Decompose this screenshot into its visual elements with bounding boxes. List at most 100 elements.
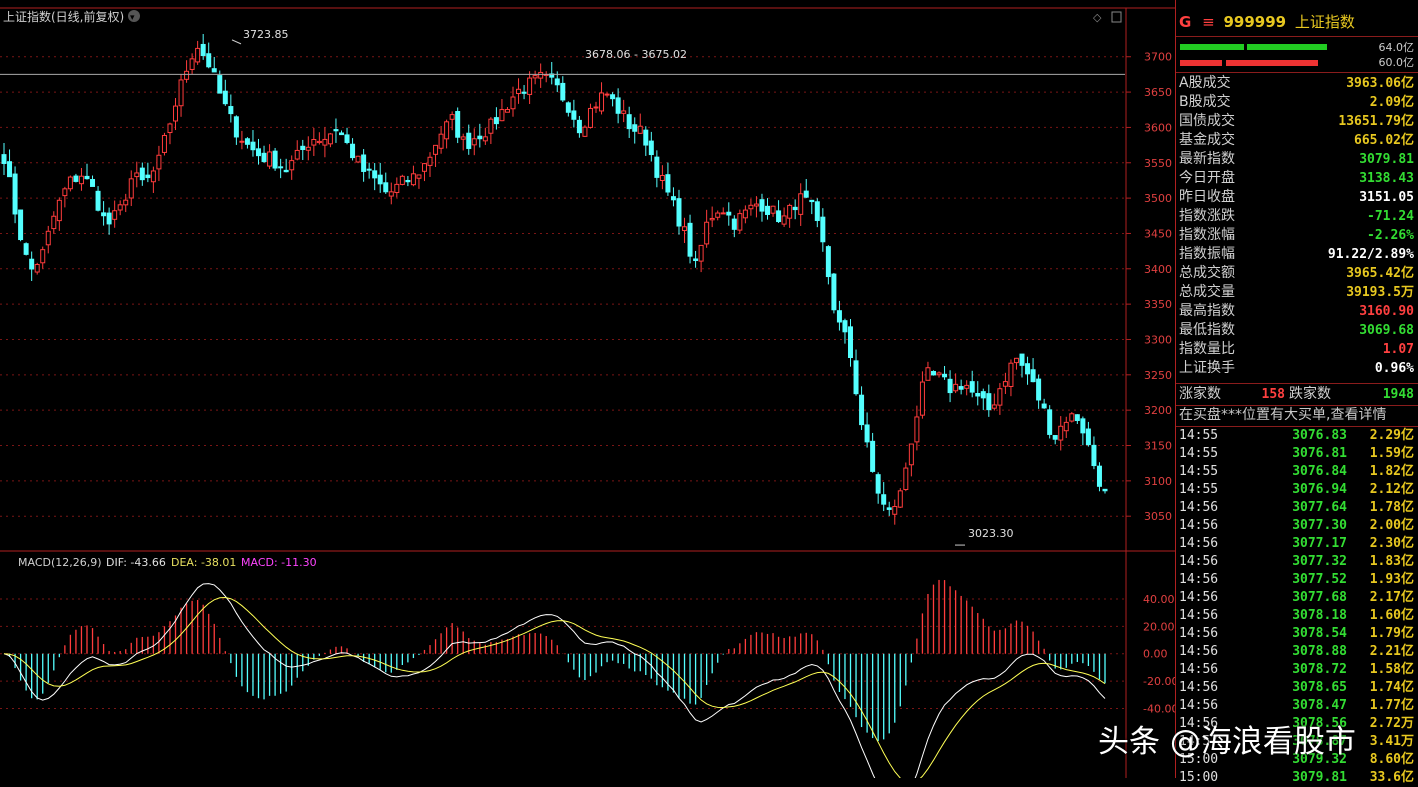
candle: [919, 381, 925, 416]
stat-label: 总成交额: [1179, 265, 1235, 281]
breadth-row: 涨家数 158 跌家数 1948: [1179, 385, 1414, 404]
candle: [388, 191, 394, 197]
rise-value: 158: [1261, 387, 1285, 402]
kline-chart[interactable]: 3050 3100 3150 3200 3250 3300 3350 3400 3450 3500…: [0, 0, 1178, 787]
candle: [682, 226, 688, 232]
sell-volume-bar: [1180, 60, 1222, 66]
candle: [300, 145, 306, 151]
tick-price: 3077.17: [1292, 536, 1347, 551]
tick-row: 14:56 3078.54 1.79亿: [1179, 625, 1414, 643]
candle: [986, 393, 992, 411]
tick-price: 3078.18: [1292, 608, 1347, 623]
candle: [565, 102, 571, 113]
stat-value: 3160.90: [1359, 304, 1414, 319]
candle: [311, 138, 317, 146]
candle: [687, 222, 693, 257]
candle: [670, 196, 676, 201]
stat-row: 国债成交 13651.79亿: [1179, 112, 1414, 131]
tick-volume: 2.29亿: [1369, 428, 1414, 443]
stat-row: 指数量比 1.07: [1179, 340, 1414, 359]
tick-row: 14:56 3077.68 2.17亿: [1179, 589, 1414, 607]
price-tick-label: 3550: [1144, 157, 1172, 170]
window-restore-icon[interactable]: ◇: [1093, 11, 1102, 24]
candle: [184, 70, 190, 80]
candle: [117, 204, 123, 211]
tick-price: 3076.84: [1292, 464, 1347, 479]
candle: [327, 133, 333, 145]
candle: [12, 173, 18, 215]
candle: [1002, 381, 1008, 387]
candle: [1091, 444, 1097, 467]
candle: [875, 474, 881, 494]
big-order-notice[interactable]: 在买盘***位置有大买单,查看详情: [1179, 406, 1414, 425]
stat-row: 指数涨幅 -2.26%: [1179, 226, 1414, 245]
candle: [693, 258, 699, 262]
candle: [504, 109, 510, 113]
stat-label: A股成交: [1179, 75, 1231, 91]
tick-time: 14:56: [1179, 644, 1219, 659]
candle: [610, 94, 616, 100]
stat-label: 指数量比: [1179, 341, 1235, 357]
candle: [1074, 414, 1080, 421]
candle: [361, 154, 367, 172]
stat-label: 最新指数: [1179, 151, 1235, 167]
candle: [1047, 409, 1053, 435]
stat-label: 国债成交: [1179, 113, 1235, 129]
price-tick-label: 3300: [1144, 333, 1172, 346]
tick-price: 3077.32: [1292, 554, 1347, 569]
candle: [416, 174, 422, 179]
price-tick-label: 3600: [1144, 121, 1172, 134]
candle: [338, 132, 344, 136]
candle: [1058, 425, 1064, 441]
candle: [731, 218, 737, 230]
tick-volume: 3.41万: [1369, 734, 1414, 749]
candle: [256, 148, 262, 157]
menu-icon[interactable]: ≡: [1202, 13, 1215, 31]
tick-volume: 1.83亿: [1369, 554, 1414, 569]
candle: [975, 392, 981, 397]
candle: [377, 174, 383, 185]
stat-row: B股成交 2.09亿: [1179, 93, 1414, 112]
stat-value: 3151.05: [1359, 190, 1414, 205]
candle: [438, 133, 444, 149]
candle: [90, 179, 96, 187]
candle: [333, 129, 339, 132]
candle: [864, 424, 870, 443]
candle: [903, 467, 909, 491]
fall-value: 1948: [1382, 387, 1414, 402]
tick-volume: 2.30亿: [1369, 536, 1414, 551]
tick-volume: 2.21亿: [1369, 644, 1414, 659]
macd-tick-label: -20.00: [1143, 675, 1175, 688]
rise-label: 涨家数: [1179, 386, 1221, 402]
tick-price: 3078.88: [1292, 644, 1347, 659]
candle: [1063, 421, 1069, 432]
candle: [930, 370, 936, 376]
chart-area[interactable]: 3050 3100 3150 3200 3250 3300 3350 3400 3450 3500…: [0, 0, 1178, 787]
candle: [809, 199, 815, 203]
candle: [239, 140, 245, 143]
stat-value: 1.07: [1382, 342, 1414, 357]
candle: [742, 209, 748, 219]
candle: [355, 155, 361, 163]
tick-row: 14:56 3078.72 1.58亿: [1179, 661, 1414, 679]
quote-panel: G ≡ 999999 上证指数 64.0亿 60.0亿 A股成交 3963.06亿…: [1175, 0, 1418, 785]
candle: [538, 71, 544, 79]
candle: [394, 183, 400, 194]
candle: [947, 378, 953, 394]
macd-value: MACD: -11.30: [241, 556, 317, 569]
candle: [211, 68, 217, 73]
candle: [145, 174, 151, 179]
tick-time: 14:55: [1179, 482, 1219, 497]
candle: [936, 372, 942, 376]
candle: [964, 384, 970, 389]
candle: [820, 216, 826, 243]
tick-volume: 1.78亿: [1369, 500, 1414, 515]
tick-time: 14:56: [1179, 554, 1219, 569]
candle: [991, 404, 997, 409]
candle: [881, 494, 887, 505]
stat-label: 指数振幅: [1179, 246, 1235, 262]
stat-value: 3069.68: [1359, 323, 1414, 338]
candle: [433, 144, 439, 155]
stat-label: 上证换手: [1179, 360, 1235, 376]
candle: [344, 134, 350, 143]
